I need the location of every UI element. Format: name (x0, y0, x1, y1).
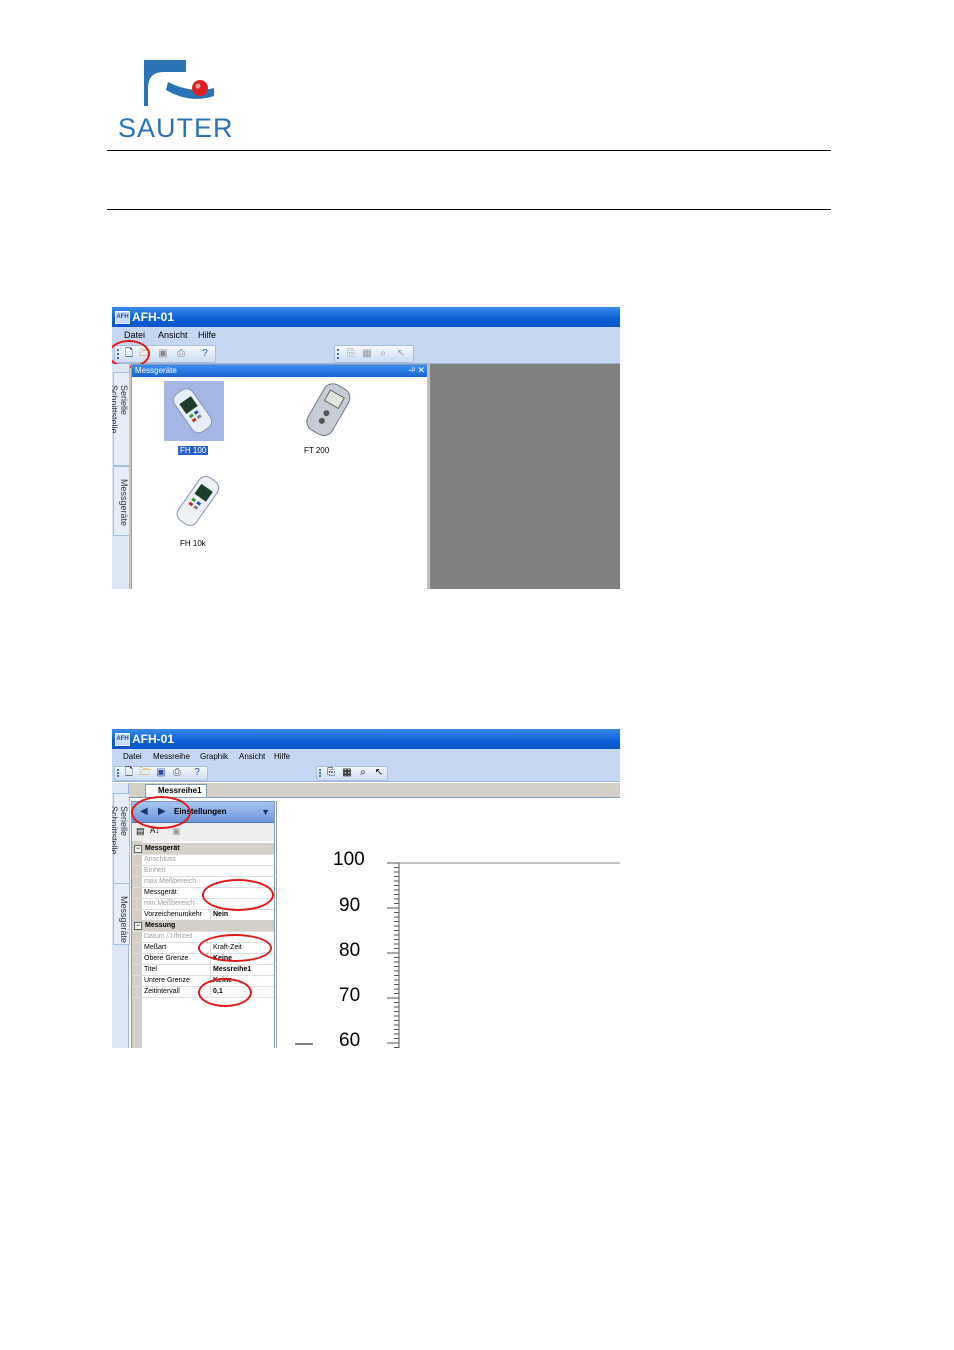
zoom-icon[interactable]: ⌕ (377, 348, 389, 360)
help-icon[interactable]: ? (191, 767, 203, 779)
toolbar: 🗋 🗁 ▣ ⎙ ? ⎘ ▦ ⌕ ↖ (112, 765, 620, 782)
copy-icon[interactable]: ⎘ (325, 767, 337, 779)
sauter-logo: SAUTER (108, 58, 248, 143)
grid-icon[interactable]: ▦ (361, 348, 373, 360)
device-fh100-selection[interactable] (164, 381, 224, 441)
save-icon[interactable]: ▣ (157, 348, 169, 360)
window-title: AFH-01 (132, 732, 175, 746)
toolbar-group-graph: ⎘ ▦ ⌕ ↖ (334, 345, 414, 363)
copy-icon[interactable]: ⎘ (345, 348, 357, 360)
side-tab-devices[interactable]: Messgeräte (113, 883, 130, 945)
side-tab-strip: Serielle Schnittstelle Messgeräte (112, 364, 130, 589)
device-fh100-image (173, 388, 213, 434)
save-icon[interactable]: ▣ (155, 767, 167, 779)
title-bar: AFH AFH-01 (112, 729, 620, 749)
sauter-logo-mark (144, 60, 214, 106)
y-axis (295, 862, 620, 1048)
collapse-icon[interactable]: − (134, 845, 142, 853)
menu-graphik[interactable]: Graphik (200, 752, 228, 761)
app-icon: AFH (115, 733, 130, 746)
device-label-ft200[interactable]: FT 200 (304, 446, 329, 455)
menu-hilfe[interactable]: Hilfe (198, 330, 216, 340)
menu-ansicht[interactable]: Ansicht (158, 330, 188, 340)
print-icon[interactable]: ⎙ (175, 348, 187, 360)
highlight-circle-zeitintervall (198, 978, 252, 1007)
menu-bar: Datei Ansicht Hilfe (112, 327, 620, 343)
toolbar-grip[interactable] (117, 769, 121, 777)
window-title: AFH-01 (132, 310, 175, 324)
side-tab-serial[interactable]: Serielle Schnittstelle (112, 793, 130, 885)
side-tab-devices[interactable]: Messgeräte (113, 466, 130, 536)
tab-messreihe1[interactable]: Messreihe1 (145, 784, 207, 797)
device-label-fh100[interactable]: FH 100 (178, 446, 209, 455)
settings-panel: ◀ ▶ Einstellungen ▼ ▤ A↓ ▣ − Messgerät An… (131, 801, 275, 1048)
title-bar: AFH AFH-01 (112, 307, 620, 327)
document-tab-strip: Messreihe1 (129, 783, 620, 798)
header-rule-top (107, 150, 831, 151)
devices-panel: Messgeräte -ᵖ ✕ FH 100 FT 200 FH 10k (131, 364, 429, 589)
menu-messreihe[interactable]: Messreihe (153, 752, 190, 761)
toolbar-group-graph: ⎘ ▦ ⌕ ↖ (316, 766, 388, 781)
side-tab-serial[interactable]: Serielle Schnittstelle (112, 372, 130, 466)
panel-pin-close-buttons[interactable]: -ᵖ ✕ (409, 365, 425, 376)
highlight-circle-messart (198, 934, 272, 962)
menu-hilfe[interactable]: Hilfe (274, 752, 290, 761)
toolbar-grip[interactable] (319, 769, 323, 777)
categorized-icon[interactable]: ▤ (136, 826, 145, 837)
device-fh10k-image[interactable] (164, 471, 230, 537)
logo-text: SAUTER (118, 113, 234, 143)
open-folder-icon[interactable]: 🗁 (139, 767, 151, 779)
device-ft200-image[interactable] (292, 379, 362, 441)
app-window-series: AFH AFH-01 Datei Messreihe Graphik Ansic… (112, 729, 620, 1048)
grid-icon[interactable]: ▦ (341, 767, 353, 779)
print-icon[interactable]: ⎙ (171, 767, 183, 779)
app-window-devices: AFH AFH-01 Datei Ansicht Hilfe 🗋 🗁 ▣ ⎙ ?… (112, 307, 620, 589)
zoom-icon[interactable]: ⌕ (357, 767, 369, 779)
toolbar-grip[interactable] (337, 349, 341, 359)
highlight-circle-nav (131, 796, 191, 829)
menu-datei[interactable]: Datei (124, 330, 145, 340)
app-icon: AFH (115, 311, 130, 324)
header-rule-bottom (107, 209, 831, 210)
toolbar-group-file: 🗋 🗁 ▣ ⎙ ? (114, 766, 208, 781)
device-label-fh10k[interactable]: FH 10k (180, 539, 206, 548)
menu-datei[interactable]: Datei (123, 752, 142, 761)
pointer-icon[interactable]: ↖ (373, 767, 385, 779)
menu-bar: Datei Messreihe Graphik Ansicht Hilfe (112, 749, 620, 765)
menu-ansicht[interactable]: Ansicht (239, 752, 265, 761)
pointer-icon[interactable]: ↖ (395, 348, 407, 360)
help-icon[interactable]: ? (199, 348, 211, 360)
new-file-icon[interactable]: 🗋 (123, 767, 135, 779)
panel-header: Messgeräte -ᵖ ✕ (132, 365, 428, 377)
chart-area: 100 90 80 70 60 (276, 801, 620, 1048)
collapse-icon[interactable]: − (134, 922, 142, 930)
side-tab-strip: Serielle Schnittstelle Messgeräte (112, 783, 130, 1048)
chevron-down-icon[interactable]: ▼ (261, 807, 270, 817)
toolbar: 🗋 🗁 ▣ ⎙ ? ⎘ ▦ ⌕ ↖ (112, 343, 620, 364)
highlight-circle-messgeraet (202, 879, 274, 911)
workspace-empty (427, 364, 620, 589)
property-pages-icon[interactable]: ▣ (172, 826, 181, 837)
panel-title: Messgeräte (135, 366, 177, 375)
